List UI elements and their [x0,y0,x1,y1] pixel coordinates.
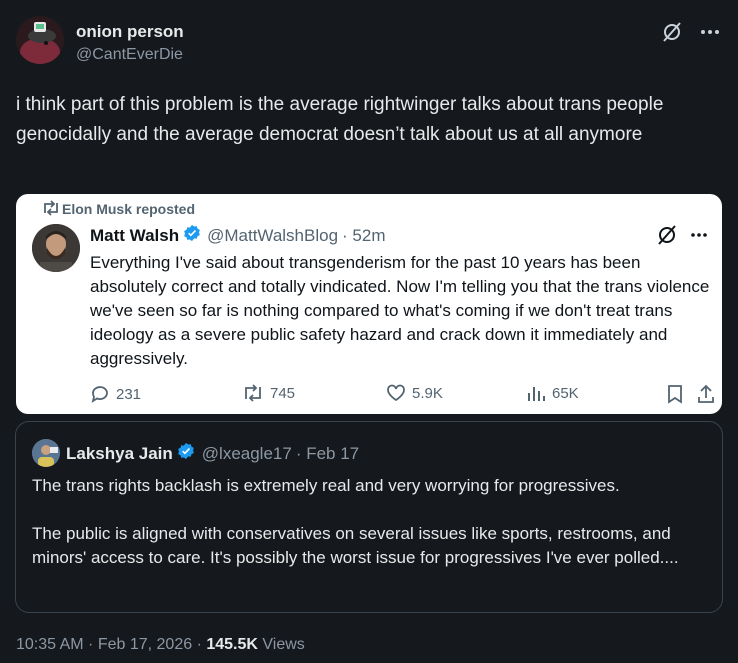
reply-action: 231 [90,384,141,404]
quoted-author-handle: @lxeagle17 [201,443,292,463]
like-action: 5.9K [386,384,443,402]
verified-badge-icon [177,442,195,465]
post-header: onion person @CantEverDie [16,16,724,72]
embedded-author-name: Matt Walsh [90,225,180,245]
post-views-count: 145.5K [206,636,258,653]
author-handle[interactable]: @CantEverDie [76,45,184,65]
views-count: 65K [552,384,579,402]
quoted-time: · Feb 17 [295,443,360,463]
verified-badge-icon [183,224,201,247]
post-timestamp[interactable]: 10:35 AM · Feb 17, 2026 · [16,636,206,653]
more-icon[interactable] [698,20,722,44]
embedded-actions: 231 745 5.9K 65K [90,384,714,406]
quoted-avatar [32,439,60,467]
embedded-text: Everything I've said about transgenderis… [90,253,710,368]
repost-context: Elon Musk reposted [44,200,196,217]
share-icon [698,384,714,403]
repost-icon [245,384,261,402]
avatar[interactable] [16,16,64,64]
share-action [696,384,716,404]
views-action: 65K [526,384,579,402]
embedded-author-handle: @MattWalshBlog [207,225,339,245]
embedded-time: · 52m [342,225,386,245]
analytics-icon [528,387,545,401]
quoted-author-name: Lakshya Jain [66,443,173,463]
quoted-text: The trans rights backlash is extremely r… [32,474,712,570]
bookmark-icon [668,385,682,404]
like-count: 5.9K [412,384,443,402]
reply-count: 231 [116,385,142,403]
grok-icon [656,224,678,251]
repost-action: 745 [242,384,295,402]
more-icon [690,224,708,251]
quoted-post[interactable]: Lakshya Jain @lxeagle17 · Feb 17 The tra… [15,421,723,613]
quoted-header: Lakshya Jain @lxeagle17 · Feb 17 [66,442,359,465]
quoted-paragraph-1: The trans rights backlash is extremely r… [32,476,620,495]
post-views-label: Views [257,636,305,653]
post-text: i think part of this problem is the aver… [16,94,664,145]
repost-label: Elon Musk reposted [62,201,196,217]
post: onion person @CantEverDie i think part o… [0,0,738,663]
repost-count: 745 [270,384,296,402]
embedded-post-image[interactable]: Elon Musk reposted Matt Walsh @MattWalsh… [16,194,722,414]
post-meta: 10:35 AM · Feb 17, 2026 · 145.5K Views [16,636,305,654]
heart-icon [387,384,405,402]
repost-icon [42,200,60,219]
grok-icon[interactable] [660,20,684,44]
embedded-header: Matt Walsh @MattWalshBlog · 52m [90,224,386,247]
quoted-paragraph-2: The public is aligned with conservatives… [32,524,679,567]
reply-icon [91,386,108,403]
bookmark-action [666,384,684,404]
author-display-name[interactable]: onion person [76,22,184,42]
embedded-avatar [32,224,80,272]
